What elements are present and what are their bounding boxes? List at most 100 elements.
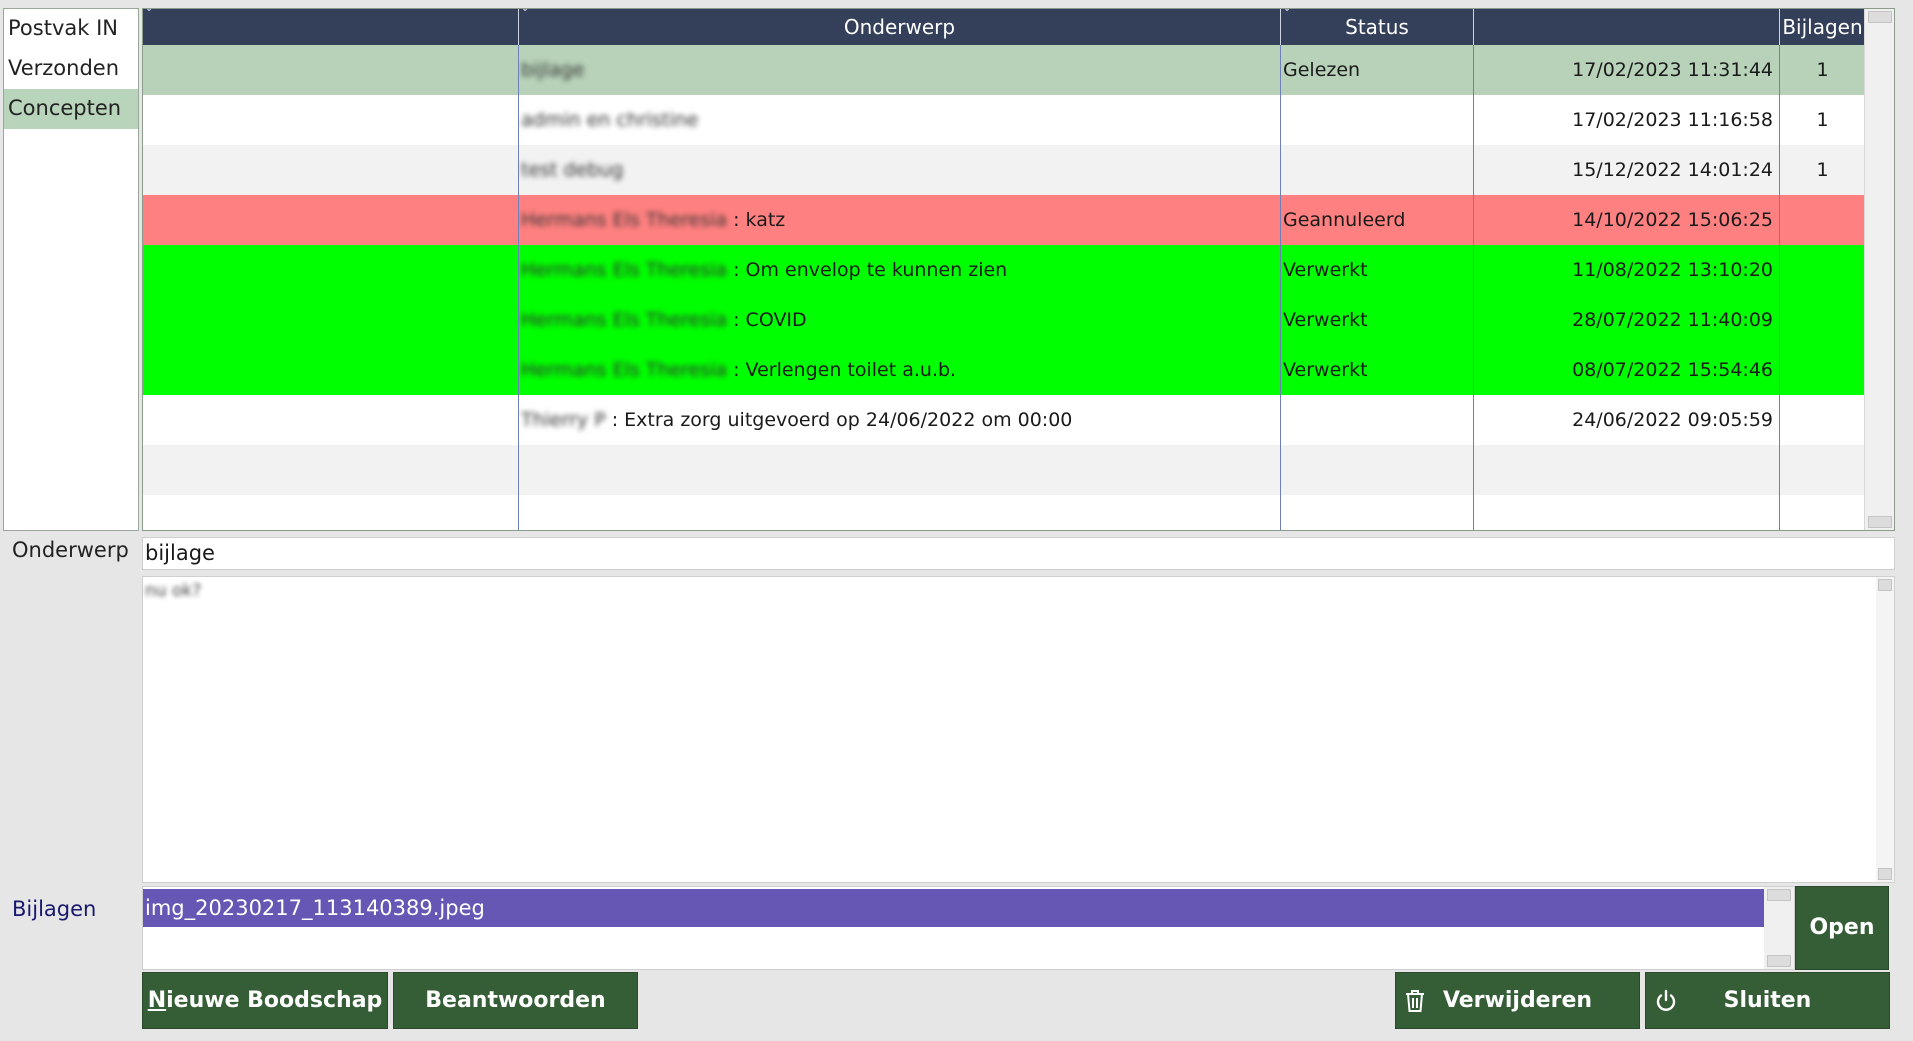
sort-icon: ⇕ [521, 8, 530, 14]
column-header-status[interactable]: ⇕ Status [1281, 9, 1474, 45]
grid-body: bijlage Gelezen 17/02/2023 11:31:44 1 ad… [143, 45, 1865, 530]
status-cell [1281, 145, 1474, 195]
subject-cell: Thierry P : Extra zorg uitgevoerd op 24/… [519, 395, 1281, 445]
table-row[interactable]: Hermans Els Theresia : COVID Verwerkt 28… [143, 295, 1865, 345]
close-label: Sluiten [1723, 988, 1812, 1013]
subject-text: : katz [733, 209, 786, 231]
column-header-label: Bijlagen [1782, 15, 1863, 39]
scroll-up-button[interactable] [1767, 889, 1791, 901]
message-body-text: nu ok? [145, 581, 202, 601]
grid-scrollbar[interactable] [1864, 9, 1894, 530]
message-body[interactable]: nu ok? [142, 576, 1895, 883]
sender-name: Hermans Els Theresia [521, 309, 728, 331]
sender-cell [143, 295, 519, 345]
folder-verzonden[interactable]: Verzonden [4, 49, 138, 89]
column-header-attachments[interactable]: Bijlagen [1780, 9, 1865, 45]
column-header-label: Onderwerp [843, 15, 956, 39]
folder-list: Postvak IN Verzonden Concepten [3, 8, 139, 531]
sender-cell [143, 145, 519, 195]
attachments-cell [1780, 495, 1865, 530]
status-cell: Verwerkt [1281, 295, 1474, 345]
date-cell [1474, 495, 1780, 530]
subject-cell: Hermans Els Theresia : Om envelop te kun… [519, 245, 1281, 295]
table-row[interactable]: Hermans Els Theresia : Om envelop te kun… [143, 245, 1865, 295]
scroll-up-button[interactable] [1878, 579, 1892, 591]
sender-cell [143, 495, 519, 530]
sender-name: Hermans Els Theresia [521, 359, 728, 381]
new-message-accesskey: N [147, 988, 167, 1013]
scroll-down-button[interactable] [1868, 516, 1892, 528]
sort-descending-icon: ˅ [1476, 8, 1481, 14]
power-icon [1654, 973, 1678, 1028]
date-cell: 15/12/2022 14:01:24 [1474, 145, 1780, 195]
open-attachment-button[interactable]: Open [1795, 886, 1889, 970]
date-cell: 24/06/2022 09:05:59 [1474, 395, 1780, 445]
subject-text: test debug [521, 159, 624, 181]
table-row[interactable]: bijlage Gelezen 17/02/2023 11:31:44 1 [143, 45, 1865, 95]
column-header-sender[interactable]: ⇕ [143, 9, 519, 45]
new-message-button[interactable]: Nieuwe Boodschap [142, 972, 388, 1029]
sender-name: Hermans Els Theresia [521, 209, 728, 231]
date-cell: 17/02/2023 11:16:58 [1474, 95, 1780, 145]
table-row[interactable]: admin en christine 17/02/2023 11:16:58 1 [143, 95, 1865, 145]
status-cell: Verwerkt [1281, 245, 1474, 295]
table-row[interactable]: Hermans Els Theresia : Verlengen toilet … [143, 345, 1865, 395]
table-row[interactable] [143, 495, 1865, 530]
sort-icon: ⇕ [1283, 8, 1292, 14]
subject-cell: Hermans Els Theresia : katz [519, 195, 1281, 245]
folder-postvak-in[interactable]: Postvak IN [4, 9, 138, 49]
attachments-scrollbar[interactable] [1764, 887, 1794, 969]
table-row[interactable]: test debug 15/12/2022 14:01:24 1 [143, 145, 1865, 195]
reply-button[interactable]: Beantwoorden [393, 972, 638, 1029]
sender-cell [143, 195, 519, 245]
subject-text: : COVID [733, 309, 807, 331]
table-row[interactable] [143, 445, 1865, 495]
attachments-cell [1780, 195, 1865, 245]
subject-text: : Extra zorg uitgevoerd op 24/06/2022 om… [611, 409, 1073, 431]
attachments-cell: 1 [1816, 109, 1829, 131]
message-grid: ⇕ ⇕ Onderwerp ⇕ Status ˅ Bijlagen bijlag… [142, 8, 1895, 531]
table-row[interactable]: Hermans Els Theresia : katz Geannuleerd … [143, 195, 1865, 245]
attachment-item[interactable]: img_20230217_113140389.jpeg [143, 889, 1765, 927]
date-cell: 08/07/2022 15:54:46 [1474, 345, 1780, 395]
column-header-date[interactable]: ˅ [1474, 9, 1780, 45]
status-cell [1281, 445, 1474, 495]
subject-text: admin en christine [521, 109, 699, 131]
sort-icon: ⇕ [145, 8, 154, 14]
subject-cell: Hermans Els Theresia : COVID [519, 295, 1281, 345]
grid-header: ⇕ ⇕ Onderwerp ⇕ Status ˅ Bijlagen [143, 9, 1865, 45]
delete-button[interactable]: Verwijderen [1395, 972, 1640, 1029]
scroll-down-button[interactable] [1878, 868, 1892, 880]
status-cell: Verwerkt [1281, 345, 1474, 395]
trash-icon [1404, 973, 1426, 1028]
body-scrollbar[interactable] [1876, 577, 1894, 882]
new-message-label: ieuwe Boodschap [166, 988, 383, 1013]
table-row[interactable]: Thierry P : Extra zorg uitgevoerd op 24/… [143, 395, 1865, 445]
status-cell: Geannuleerd [1281, 195, 1474, 245]
date-cell [1474, 445, 1780, 495]
subject-cell: bijlage [519, 45, 1281, 95]
folder-concepten[interactable]: Concepten [4, 89, 138, 129]
scroll-up-button[interactable] [1868, 11, 1892, 23]
close-button[interactable]: Sluiten [1645, 972, 1890, 1029]
sender-cell [143, 395, 519, 445]
date-cell: 28/07/2022 11:40:09 [1474, 295, 1780, 345]
attachments-cell [1780, 345, 1865, 395]
attachments-cell [1780, 395, 1865, 445]
attachments-label: Bijlagen [12, 897, 97, 921]
scroll-down-button[interactable] [1767, 955, 1791, 967]
status-cell: Gelezen [1281, 45, 1474, 95]
date-cell: 14/10/2022 15:06:25 [1474, 195, 1780, 245]
attachments-cell [1780, 245, 1865, 295]
attachments-cell [1780, 445, 1865, 495]
sender-cell [143, 245, 519, 295]
sender-name: Thierry P [521, 409, 606, 431]
subject-cell [519, 495, 1281, 530]
subject-field[interactable]: bijlage [142, 537, 1895, 570]
column-header-subject[interactable]: ⇕ Onderwerp [519, 9, 1281, 45]
subject-cell: test debug [519, 145, 1281, 195]
sender-name: Hermans Els Theresia [521, 259, 728, 281]
sender-cell [143, 345, 519, 395]
delete-label: Verwijderen [1442, 988, 1593, 1013]
sender-cell [143, 445, 519, 495]
